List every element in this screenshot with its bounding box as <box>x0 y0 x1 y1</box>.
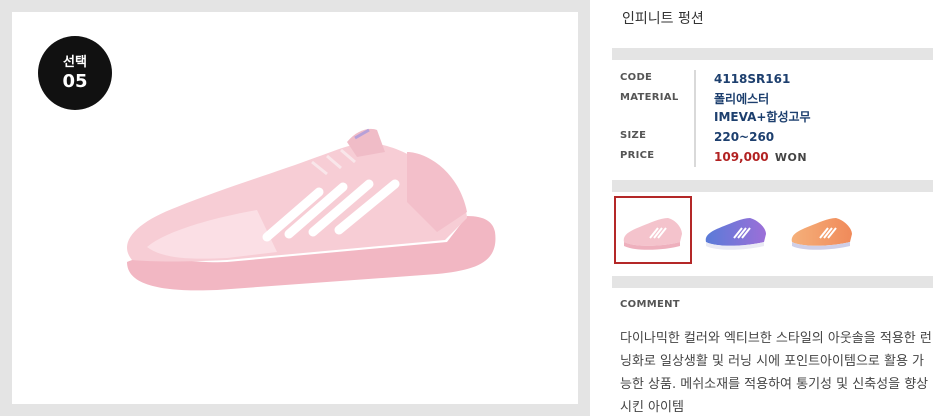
badge-number: 05 <box>62 71 88 92</box>
product-image-panel: 선택 05 <box>0 0 590 416</box>
badge-label: 선택 <box>63 55 87 70</box>
spec-value-material: 폴리에스터 IMEVA+합성고무 <box>714 90 811 126</box>
price-currency: WON <box>774 151 808 164</box>
divider-bar <box>612 180 933 192</box>
color-thumbnails <box>614 196 933 266</box>
thumbnail-pink[interactable] <box>614 196 692 264</box>
product-image-frame: 선택 05 <box>12 12 578 404</box>
spec-value-size: 220~260 <box>714 130 775 144</box>
pink-shoe-icon <box>623 218 682 250</box>
spec-value-price: 109,000 WON <box>714 148 807 167</box>
divider-bar <box>612 276 933 288</box>
spec-value-material-1: 폴리에스터 <box>714 92 770 106</box>
price-amount: 109,000 <box>714 150 769 164</box>
orange-shoe-icon <box>791 218 852 250</box>
spec-row-code: CODE 4118SR161 <box>620 70 930 90</box>
spec-row-material: MATERIAL 폴리에스터 IMEVA+합성고무 <box>620 90 930 128</box>
blue-purple-shoe-icon <box>705 218 766 250</box>
spec-value-code: 4118SR161 <box>714 72 791 86</box>
selection-badge: 선택 05 <box>38 36 112 110</box>
product-main-image <box>127 128 496 291</box>
comment-label: COMMENT <box>620 299 680 310</box>
spec-row-size: SIZE 220~260 <box>620 128 930 148</box>
thumbnail-blue-purple[interactable] <box>698 196 776 264</box>
spec-label-code: CODE <box>620 72 653 83</box>
spec-label-price: PRICE <box>620 150 655 161</box>
spec-divider <box>694 70 696 167</box>
spec-table: CODE 4118SR161 MATERIAL 폴리에스터 IMEVA+합성고무… <box>620 70 930 168</box>
spec-label-size: SIZE <box>620 130 647 141</box>
spec-row-price: PRICE 109,000 WON <box>620 148 930 168</box>
divider-bar <box>612 48 933 60</box>
product-title: 인피니트 펑션 <box>622 11 704 27</box>
thumbnail-orange[interactable] <box>784 196 862 264</box>
comment-text: 다이나믹한 컬러와 엑티브한 스타일의 아웃솔을 적용한 런닝화로 일상생활 및… <box>620 331 932 415</box>
spec-value-material-2: IMEVA+합성고무 <box>714 110 811 124</box>
spec-label-material: MATERIAL <box>620 92 679 103</box>
